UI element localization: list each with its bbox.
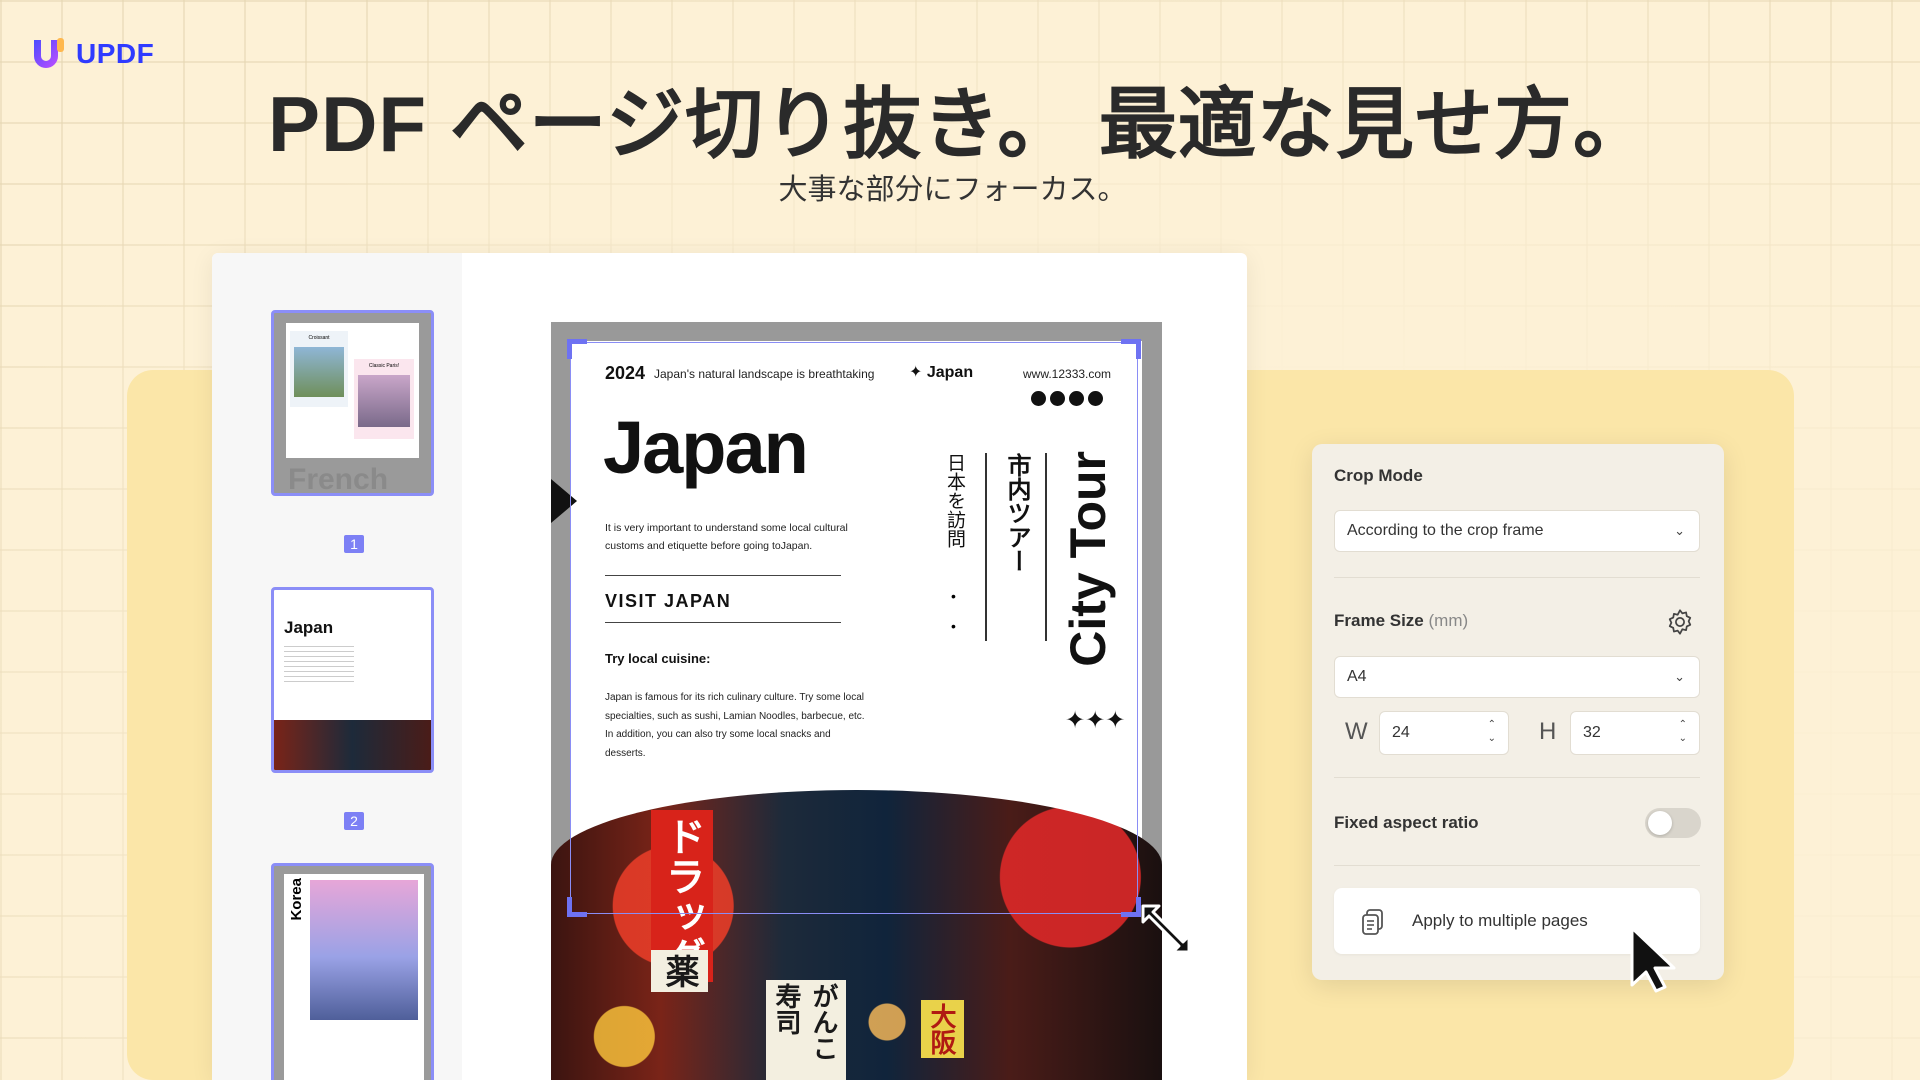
divider [1334,865,1700,866]
crop-handle-top-left[interactable] [567,339,587,359]
width-value: 24 [1392,724,1410,741]
thumbnail-card: Classic Paris! [354,359,414,439]
frame-size-label: Frame Size (mm) [1334,611,1468,631]
thumbnail-page-2[interactable]: Japan [271,587,434,773]
width-input[interactable]: 24 ⌃ ⌄ [1379,711,1509,755]
divider [1334,777,1700,778]
thumbnail-title: Japan [284,618,334,637]
apply-label: Apply to multiple pages [1412,911,1588,930]
hero-title: PDF ページ切り抜き。 最適な見せ方。 [268,80,1652,168]
height-label: H [1539,718,1557,745]
thumbnail-page-3[interactable]: Korea [271,863,434,1080]
thumbnail-card-title: Croissant [308,335,330,341]
hero-subtitle: 大事な部分にフォーカス。 [778,174,1127,206]
frame-size-unit: (mm) [1428,611,1469,630]
chevron-down-icon: ⌄ [1674,523,1685,538]
frame-size-value: A4 [1347,668,1367,685]
height-value: 32 [1583,724,1601,741]
thumbnail-card: Croissant [290,331,348,407]
thumbnail-page-content: Korea [284,874,424,1080]
thumbnail-sidebar: Croissant Classic Paris! French 1 Japan … [212,253,462,1080]
thumbnail-title: Korea [288,878,305,921]
photo-sign: がんこ寿司 [766,980,846,1080]
thumbnail-number: 2 [344,812,364,830]
fixed-aspect-ratio-label: Fixed aspect ratio [1334,813,1479,832]
pdf-editor-window: Croissant Classic Paris! French 1 Japan … [212,253,1247,1080]
frame-size-label-text: Frame Size [1334,611,1424,630]
width-stepper[interactable]: ⌃ ⌄ [1488,718,1496,746]
thumbnail-photo [294,347,344,397]
crop-mode-label: Crop Mode [1334,466,1423,485]
thumbnail-card-title: Classic Paris! [368,363,400,369]
thumbnail-page-content: Croissant Classic Paris! [286,323,419,458]
width-label: W [1345,718,1368,745]
divider [1334,577,1700,578]
crop-settings-panel: Crop Mode According to the crop frame ⌄ … [1312,444,1724,980]
height-stepper[interactable]: ⌃ ⌄ [1679,718,1687,746]
thumbnail-photo [310,880,418,1020]
photo-sign: 大阪 [921,1000,964,1058]
gear-icon[interactable] [1666,608,1694,636]
thumbnail-photo [274,720,431,770]
chevron-down-icon: ⌄ [1674,669,1685,684]
thumbnail-photo [358,375,410,427]
thumbnail-number: 1 [344,535,364,553]
frame-size-select[interactable]: A4 ⌄ [1334,656,1700,698]
crop-handle-bottom-left[interactable] [567,897,587,917]
toggle-knob [1648,811,1672,835]
fixed-aspect-ratio-toggle[interactable] [1645,808,1701,838]
thumbnail-title: French [288,463,389,496]
thumbnail-page-1[interactable]: Croissant Classic Paris! French [271,310,434,496]
mouse-pointer-icon [1630,926,1676,993]
crop-handle-top-right[interactable] [1121,339,1141,359]
crop-mode-value: According to the crop frame [1347,522,1544,539]
crop-mode-select[interactable]: According to the crop frame ⌄ [1334,510,1700,552]
photo-sign: 薬 [651,950,708,992]
copy-pages-icon [1362,909,1383,935]
document-canvas[interactable]: 2024 Japan's natural landscape is breath… [551,322,1162,1080]
height-input[interactable]: 32 ⌃ ⌄ [1570,711,1700,755]
thumbnail-text-lines [284,642,354,682]
crop-frame[interactable] [567,339,1141,917]
resize-diagonal-icon [1141,904,1191,954]
